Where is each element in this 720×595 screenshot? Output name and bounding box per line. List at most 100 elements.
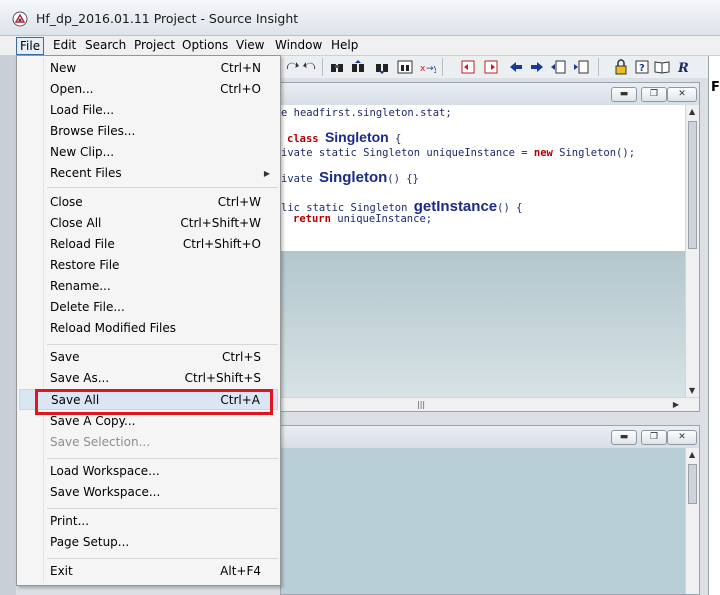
menu-window[interactable]: Window — [275, 37, 322, 55]
menu-project[interactable]: Project — [134, 37, 175, 55]
menu-item-browse-files[interactable]: Browse Files... — [19, 121, 278, 142]
scroll-right-icon[interactable]: ▶ — [673, 400, 679, 409]
code-text: ivate static Singleton uniqueInstance = — [281, 147, 534, 159]
scrollbar-thumb[interactable] — [688, 464, 697, 504]
scroll-up-icon[interactable]: ▲ — [689, 107, 695, 116]
menu-item-save[interactable]: Save Ctrl+S — [19, 347, 278, 368]
forward-arrow-icon[interactable] — [529, 59, 545, 75]
restore-button[interactable]: ❐ — [641, 87, 667, 102]
scroll-down-icon[interactable]: ▼ — [689, 386, 695, 395]
submenu-arrow-icon: ▶ — [263, 169, 270, 178]
menu-item-save-as[interactable]: Save As... Ctrl+Shift+S — [19, 368, 278, 389]
menu-separator — [47, 508, 278, 509]
relation-window-icon[interactable]: R — [677, 59, 693, 75]
menu-search[interactable]: Search — [85, 37, 126, 55]
menu-item-shortcut: Ctrl+N — [220, 61, 261, 75]
menu-edit[interactable]: Edit — [53, 37, 76, 55]
menu-item-label: Reload File — [50, 237, 115, 251]
menu-item-load-file[interactable]: Load File... — [19, 100, 278, 121]
menu-item-new-clip[interactable]: New Clip... — [19, 142, 278, 163]
restore-button[interactable]: ❐ — [641, 430, 667, 445]
code-editor[interactable]: e headfirst.singleton.stat; class Single… — [281, 105, 685, 251]
bookmark-prev-icon[interactable] — [460, 59, 476, 75]
scrollbar-grip-icon[interactable]: ||| — [417, 400, 425, 409]
menu-item-save-workspace[interactable]: Save Workspace... — [19, 482, 278, 503]
replace-icon[interactable]: x→y — [420, 59, 436, 75]
menu-item-label: Close All — [50, 216, 102, 230]
search-forward-icon[interactable] — [374, 59, 390, 75]
menu-separator — [47, 558, 278, 559]
menu-item-label: Reload Modified Files — [50, 321, 176, 335]
code-line: class Singleton { — [287, 129, 401, 145]
menu-separator — [47, 187, 278, 188]
menu-item-label: Load File... — [50, 103, 115, 117]
menu-item-close-all[interactable]: Close All Ctrl+Shift+W — [19, 213, 278, 234]
menu-item-new[interactable]: New Ctrl+N — [19, 58, 278, 79]
menu-item-recent-files[interactable]: Recent Files ▶ — [19, 163, 278, 184]
menu-item-label: Print... — [50, 514, 90, 528]
menu-item-restore-file[interactable]: Restore File — [19, 255, 278, 276]
constructor-name: Singleton — [318, 169, 388, 186]
vertical-scrollbar[interactable]: ▲ — [685, 448, 699, 594]
redo-icon[interactable] — [284, 59, 300, 75]
close-button[interactable]: ✕ — [667, 87, 697, 102]
menu-item-exit[interactable]: Exit Alt+F4 — [19, 561, 278, 582]
source-insight-app-icon[interactable] — [12, 11, 28, 27]
vertical-scrollbar[interactable]: ▲ ▼ — [685, 105, 699, 397]
horizontal-scrollbar[interactable]: ||| ▶ — [281, 397, 699, 411]
right-panel-label: F — [711, 80, 720, 95]
scroll-up-icon[interactable]: ▲ — [689, 450, 695, 459]
bookmark-next-icon[interactable] — [483, 59, 499, 75]
menu-item-delete-file[interactable]: Delete File... — [19, 297, 278, 318]
menu-options[interactable]: Options — [182, 37, 228, 55]
left-panel-edge — [0, 56, 16, 595]
keyword: return — [293, 213, 331, 225]
menu-item-rename[interactable]: Rename... — [19, 276, 278, 297]
menu-item-load-workspace[interactable]: Load Workspace... — [19, 461, 278, 482]
menu-item-reload-file[interactable]: Reload File Ctrl+Shift+O — [19, 234, 278, 255]
editor-empty-area — [281, 251, 685, 397]
symbol-info-icon[interactable]: ? — [634, 59, 650, 75]
svg-text:R: R — [677, 61, 689, 75]
search-files-icon[interactable] — [397, 59, 413, 75]
svg-text:→y: →y — [426, 64, 436, 74]
binoculars-icon[interactable] — [329, 59, 345, 75]
keyword: new — [533, 147, 553, 159]
scrollbar-thumb[interactable] — [688, 121, 697, 249]
menu-view[interactable]: View — [236, 37, 264, 55]
file-menu: New Ctrl+N Open... Ctrl+O Load File... Bro… — [16, 55, 281, 586]
back-arrow-icon[interactable] — [508, 59, 524, 75]
menu-help[interactable]: Help — [331, 37, 358, 55]
jump-out-icon[interactable] — [573, 59, 589, 75]
menu-item-shortcut: Ctrl+S — [221, 350, 261, 364]
secondary-window[interactable]: ▬ ❐ ✕ ▲ — [280, 425, 700, 595]
menu-item-label: Load Workspace... — [50, 464, 160, 478]
menu-separator — [47, 458, 278, 459]
search-backward-icon[interactable] — [350, 59, 366, 75]
menu-file[interactable]: File — [16, 37, 45, 55]
menu-item-open[interactable]: Open... Ctrl+O — [19, 79, 278, 100]
menu-item-page-setup[interactable]: Page Setup... — [19, 532, 278, 553]
menu-item-label: Save — [50, 350, 80, 364]
code-text: () {} — [387, 173, 419, 185]
minimize-button[interactable]: ▬ — [611, 87, 637, 102]
right-panel[interactable]: F — [708, 56, 720, 595]
lock-icon[interactable] — [613, 59, 629, 75]
close-button[interactable]: ✕ — [667, 430, 697, 445]
menu-item-close[interactable]: Close Ctrl+W — [19, 192, 278, 213]
minimize-button[interactable]: ▬ — [611, 430, 637, 445]
toolbar-separator — [598, 58, 599, 76]
menu-item-shortcut: Ctrl+Shift+S — [184, 371, 261, 385]
code-text: () { — [497, 202, 523, 214]
source-window[interactable]: ▬ ❐ ✕ e headfirst.singleton.stat; class … — [280, 82, 700, 412]
menu-item-label: Close — [50, 195, 83, 209]
jump-in-icon[interactable] — [550, 59, 566, 75]
menu-item-print[interactable]: Print... — [19, 511, 278, 532]
menu-item-reload-modified-files[interactable]: Reload Modified Files — [19, 318, 278, 339]
code-text: ivate — [281, 173, 319, 185]
keyword: class — [287, 133, 319, 145]
menu-item-label: Exit — [50, 564, 73, 578]
book-icon[interactable] — [654, 59, 670, 75]
menu-item-label: Recent Files — [50, 166, 122, 180]
undo-icon[interactable] — [302, 59, 318, 75]
